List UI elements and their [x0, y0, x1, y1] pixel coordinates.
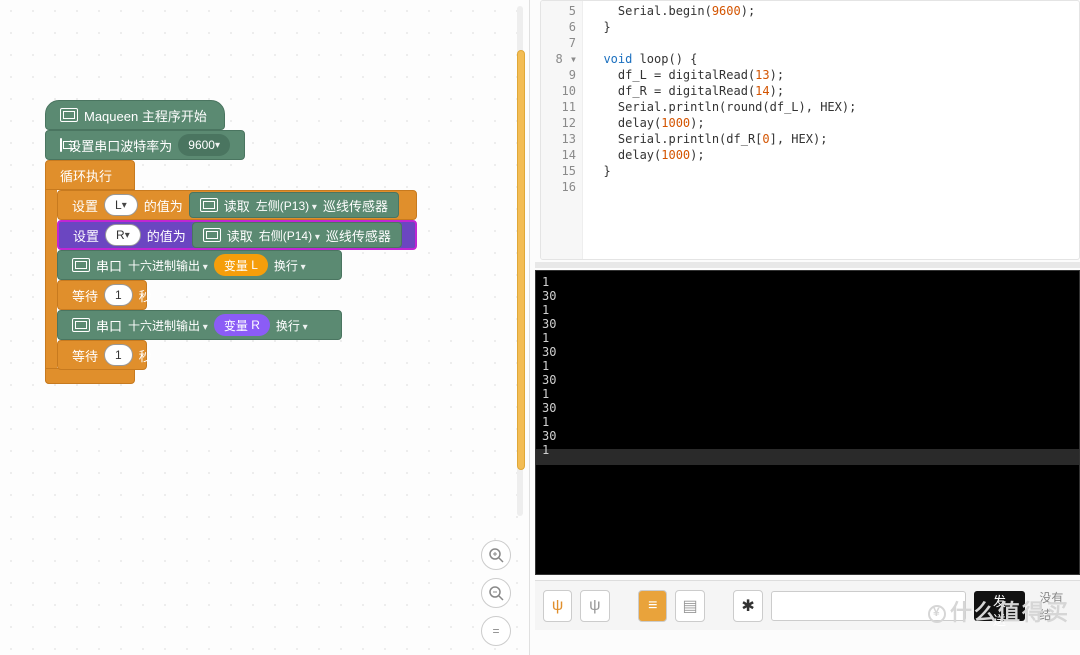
board-icon [200, 198, 218, 212]
hex-mode-button[interactable]: ✱ [733, 590, 762, 622]
block-wait-2[interactable]: 等待 1 秒 [57, 340, 147, 370]
sensor-label: 巡线传感器 [326, 226, 391, 245]
board-icon [72, 258, 90, 272]
loop-c-bottom [45, 368, 135, 384]
loop-block[interactable]: 循环执行 [45, 160, 135, 190]
code-gutter: 5 6 7 8 ▾ 9 10 11 12 13 14 15 16 [541, 1, 583, 259]
usb-connect-button[interactable]: ψ [543, 590, 572, 622]
sensor-read-right[interactable]: 读取 右侧(P14) 巡线传感器 [192, 222, 402, 248]
usb-icon: ψ [552, 597, 563, 615]
wait-unit: 秒 [139, 286, 152, 305]
wait-label: 等待 [72, 346, 98, 365]
block-serial-print-L[interactable]: 串口 十六进制输出 变量 L 换行 [57, 250, 342, 280]
block-wait-1[interactable]: 等待 1 秒 [57, 280, 147, 310]
block-set-L[interactable]: 设置 L 的值为 读取 左侧(P13) 巡线传感器 [57, 190, 417, 220]
serial-send-input[interactable] [771, 591, 966, 621]
usb-disconnect-button[interactable]: ψ [580, 590, 609, 622]
var-pill-R[interactable]: 变量 R [214, 314, 270, 336]
set-label: 设置 [72, 196, 98, 215]
zoom-in-button[interactable] [481, 540, 511, 570]
code-editor[interactable]: 5 6 7 8 ▾ 9 10 11 12 13 14 15 16 Serial.… [540, 0, 1080, 260]
scroll-lock-button[interactable]: ≡ [638, 590, 667, 622]
hex-dropdown[interactable]: 十六进制输出 [128, 257, 208, 274]
loop-label: 循环执行 [60, 166, 112, 185]
newline-dropdown[interactable]: 换行 [274, 257, 306, 274]
block-serial-print-R[interactable]: 串口 十六进制输出 变量 R 换行 [57, 310, 342, 340]
serial-send-button[interactable]: 发送 [974, 591, 1026, 621]
right-pin-dropdown[interactable]: 右侧(P14) [259, 227, 320, 244]
wait-value[interactable]: 1 [104, 284, 133, 306]
block-set-R[interactable]: 设置 R 的值为 读取 右侧(P14) 巡线传感器 [57, 220, 417, 250]
usb-off-icon: ψ [589, 597, 600, 615]
baud-dropdown[interactable]: 9600 [178, 134, 230, 156]
block-editor-canvas[interactable]: Maqueen 主程序开始 设置串口波特率为 9600 循环执行 设置 L 的值… [0, 0, 530, 655]
board-icon [60, 108, 78, 122]
clear-output-button[interactable]: ▤ [675, 590, 704, 622]
serial-label: 串口 [96, 316, 122, 335]
serial-monitor[interactable]: 1 30 1 30 1 30 1 30 1 30 1 30 1 [535, 270, 1080, 575]
value-label: 的值为 [144, 196, 183, 215]
hex-icon: ✱ [741, 596, 754, 616]
value-label: 的值为 [147, 226, 186, 245]
left-pin-dropdown[interactable]: 左侧(P13) [256, 197, 317, 214]
wait-unit: 秒 [139, 346, 152, 365]
hat-label: Maqueen 主程序开始 [84, 106, 207, 125]
serial-output-text: 1 30 1 30 1 30 1 30 1 30 1 30 1 [542, 275, 1073, 457]
scroll-icon: ≡ [648, 597, 657, 615]
var-R-dropdown[interactable]: R [105, 224, 141, 246]
sensor-read-left[interactable]: 读取 左侧(P13) 巡线传感器 [189, 192, 399, 218]
var-L-dropdown[interactable]: L [104, 194, 138, 216]
read-label: 读取 [227, 226, 253, 245]
zoom-out-icon [488, 585, 504, 601]
block-stack: Maqueen 主程序开始 设置串口波特率为 9600 循环执行 设置 L 的值… [45, 100, 417, 370]
serial-label: 串口 [96, 256, 122, 275]
board-icon [60, 138, 62, 152]
block-set-baud[interactable]: 设置串口波特率为 9600 [45, 130, 245, 160]
block-scrollbar-thumb[interactable] [517, 50, 525, 470]
var-pill-L[interactable]: 变量 L [214, 254, 268, 276]
serial-toolbar: ψ ψ ≡ ▤ ✱ 发送 没有结 [535, 580, 1080, 630]
zoom-out-button[interactable] [481, 578, 511, 608]
wait-label: 等待 [72, 286, 98, 305]
zoom-reset-button[interactable]: = [481, 616, 511, 646]
board-icon [72, 318, 90, 332]
status-text: 没有结 [1039, 589, 1072, 623]
hat-block-main[interactable]: Maqueen 主程序开始 [45, 100, 225, 130]
sensor-label: 巡线传感器 [323, 196, 388, 215]
read-label: 读取 [224, 196, 250, 215]
set-label: 设置 [73, 226, 99, 245]
clear-icon: ▤ [683, 596, 698, 616]
hex-dropdown[interactable]: 十六进制输出 [128, 317, 208, 334]
zoom-in-icon [488, 547, 504, 563]
board-icon [203, 228, 221, 242]
equals-icon: = [492, 624, 499, 638]
wait-value[interactable]: 1 [104, 344, 133, 366]
code-body[interactable]: Serial.begin(9600); } void loop() { df_L… [589, 3, 1073, 195]
horizontal-splitter[interactable] [535, 262, 1080, 268]
baud-label: 设置串口波特率为 [68, 136, 172, 155]
newline-dropdown[interactable]: 换行 [276, 317, 308, 334]
